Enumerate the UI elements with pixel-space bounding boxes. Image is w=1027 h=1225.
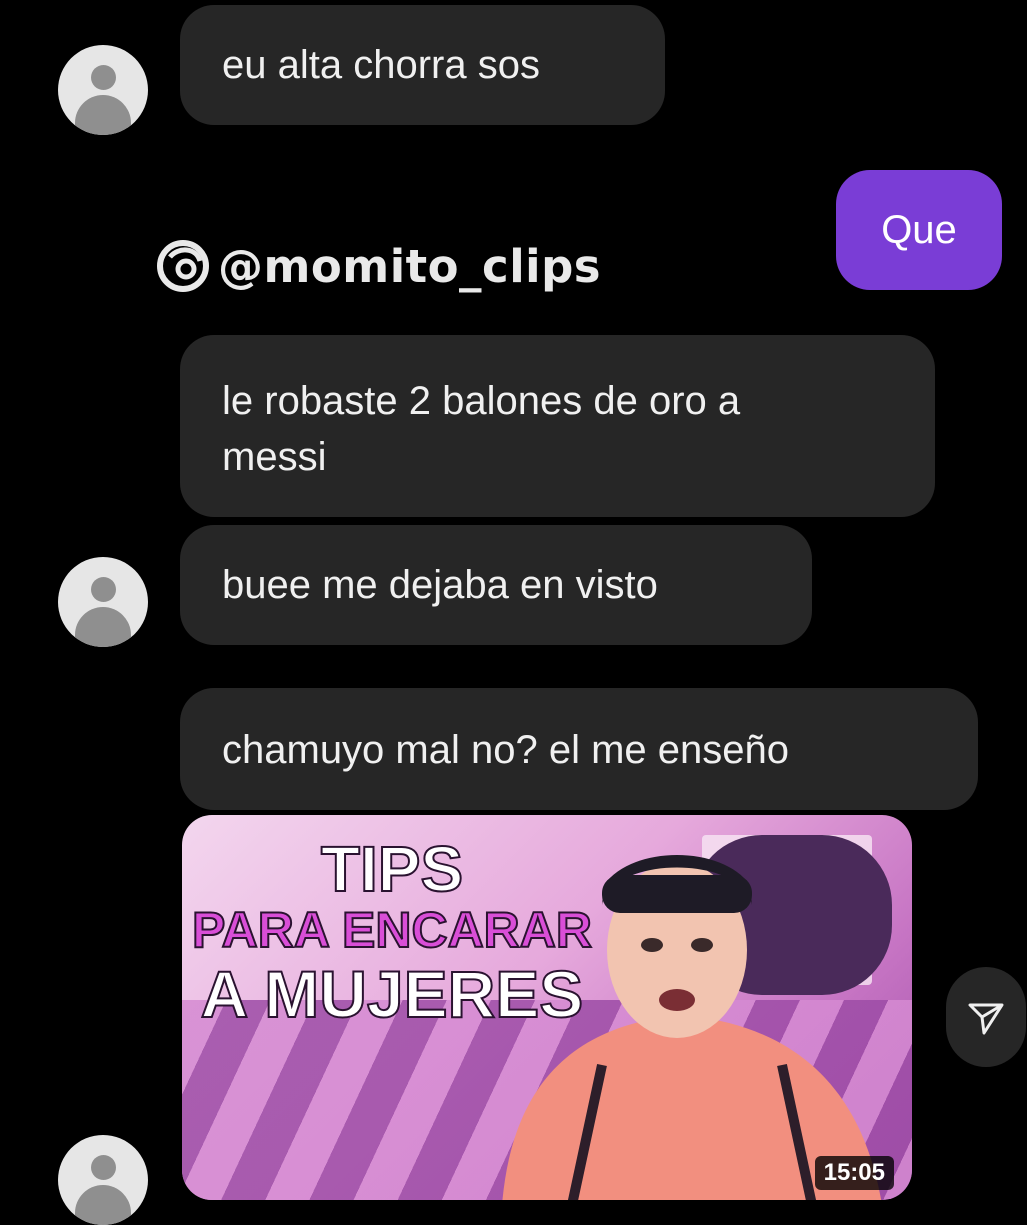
default-avatar-icon (91, 65, 116, 90)
video-title-line: A MUJERES (200, 957, 585, 1031)
video-title-line: PARA ENCARAR (191, 902, 593, 958)
share-button[interactable] (946, 967, 1026, 1067)
message-incoming[interactable]: chamuyo mal no? el me enseño (180, 688, 978, 810)
watermark-handle: @momito_clips (218, 239, 602, 293)
message-incoming[interactable]: eu alta chorra sos (180, 5, 665, 125)
message-incoming[interactable]: buee me dejaba en visto (180, 525, 812, 645)
message-text: eu alta chorra sos (222, 43, 540, 87)
message-text: Que (881, 208, 957, 252)
message-outgoing[interactable]: Que (836, 170, 1002, 290)
default-avatar-icon (91, 577, 116, 602)
share-send-icon (968, 1003, 1004, 1035)
message-incoming[interactable]: le robaste 2 balones de oro a messi (180, 335, 935, 517)
sender-avatar[interactable] (58, 557, 148, 647)
video-duration: 15:05 (814, 1156, 894, 1190)
shared-video-thumbnail[interactable]: TIPS PARA ENCARAR A MUJERES 15:05 (182, 815, 912, 1200)
message-text-line: le robaste 2 balones de oro a (222, 379, 741, 423)
sender-avatar[interactable] (58, 1135, 148, 1225)
video-title-line: TIPS (320, 833, 464, 905)
message-text: chamuyo mal no? el me enseño (222, 728, 789, 772)
sender-avatar[interactable] (58, 45, 148, 135)
message-text-line: messi (222, 435, 327, 479)
message-text: buee me dejaba en visto (222, 563, 658, 607)
video-title: TIPS PARA ENCARAR A MUJERES (182, 833, 602, 1031)
threads-logo-icon (157, 240, 209, 292)
default-avatar-icon (91, 1155, 116, 1180)
watermark: @momito_clips (156, 236, 601, 296)
